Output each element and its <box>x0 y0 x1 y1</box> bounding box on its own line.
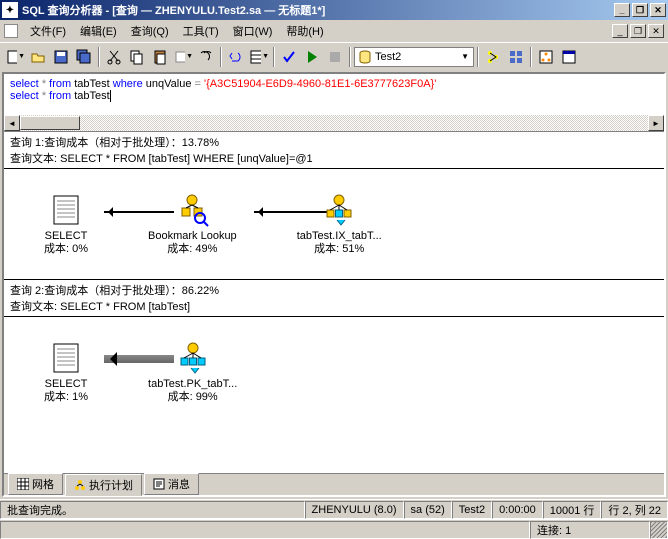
status-rows: 10001 行 <box>543 501 602 519</box>
messages-icon <box>153 478 165 490</box>
window-title: SQL 查询分析器 - [查询 — ZHENYULU.Test2.sa — 无标… <box>22 2 614 18</box>
object-browser-button[interactable] <box>505 46 527 68</box>
estimated-plan-button[interactable] <box>482 46 504 68</box>
cut-button[interactable] <box>103 46 125 68</box>
results-window-button[interactable] <box>558 46 580 68</box>
toolbar: ▼ ▼ ▼ Test2 ▼ <box>0 42 668 70</box>
find-button[interactable] <box>195 46 217 68</box>
tab-messages[interactable]: 消息 <box>144 473 199 495</box>
close-button[interactable]: ✕ <box>650 3 666 17</box>
paste-button[interactable] <box>149 46 171 68</box>
plan-query-1-diagram: SELECT 成本: 0% Bookmark Lookup 成本: 49% ta… <box>4 169 664 279</box>
menubar: 文件(F) 编辑(E) 查询(Q) 工具(T) 窗口(W) 帮助(H) _ ❐ … <box>0 20 668 42</box>
tab-messages-label: 消息 <box>168 476 190 492</box>
plan-query-2-diagram: SELECT 成本: 1% tabTest.PK_tabT... 成本: 99% <box>4 317 664 427</box>
doc-minimize-button[interactable]: _ <box>612 24 628 38</box>
execute-button[interactable] <box>301 46 323 68</box>
statusbar: 批查询完成。 ZHENYULU (8.0) sa (52) Test2 0:00… <box>0 499 668 519</box>
stop-button[interactable] <box>324 46 346 68</box>
clear-button[interactable]: ▼ <box>172 46 194 68</box>
mode-button[interactable]: ▼ <box>248 46 270 68</box>
tab-plan-label: 执行计划 <box>89 477 133 493</box>
plan-query-2-header: 查询 2:查询成本（相对于批处理）：86.22% 查询文本: SELECT * … <box>4 279 664 317</box>
window-buttons: _ ❐ ✕ <box>614 3 666 17</box>
scroll-thumb[interactable] <box>20 116 80 130</box>
plan-node-select-2[interactable]: SELECT 成本: 1% <box>44 340 88 404</box>
plan-node-bookmark-lookup[interactable]: Bookmark Lookup 成本: 49% <box>148 192 237 256</box>
tab-execution-plan[interactable]: 执行计划 <box>65 474 142 496</box>
doc-window-buttons: _ ❐ ✕ <box>612 24 664 38</box>
sql-hscrollbar[interactable]: ◄ ► <box>4 115 664 131</box>
titlebar: ✦ SQL 查询分析器 - [查询 — ZHENYULU.Test2.sa — … <box>0 0 668 20</box>
statusbar-2: 连接: 1 <box>0 519 668 539</box>
plan-icon <box>74 479 86 491</box>
execution-plan-pane: 查询 1:查询成本（相对于批处理）：13.78% 查询文本: SELECT * … <box>4 132 664 473</box>
show-plan-button[interactable] <box>535 46 557 68</box>
status-time: 0:00:00 <box>492 501 543 519</box>
plan-node-index-seek[interactable]: tabTest.IX_tabT... 成本: 51% <box>297 192 382 256</box>
status-cursor-pos: 行 2, 列 22 <box>601 501 668 519</box>
grid-icon <box>17 478 29 490</box>
sql-editor[interactable]: select * from tabTest where unqValue = '… <box>4 74 664 132</box>
doc-close-button[interactable]: ✕ <box>648 24 664 38</box>
status-server: ZHENYULU (8.0) <box>305 501 404 519</box>
menu-window[interactable]: 窗口(W) <box>227 21 279 41</box>
plan-node-select[interactable]: SELECT 成本: 0% <box>44 192 88 256</box>
doc-restore-button[interactable]: ❐ <box>630 24 646 38</box>
status-connections: 连接: 1 <box>530 521 650 539</box>
app-icon: ✦ <box>2 2 18 18</box>
doc-icon <box>4 24 18 38</box>
plan-query-1-header: 查询 1:查询成本（相对于批处理）：13.78% 查询文本: SELECT * … <box>4 132 664 169</box>
menu-tools[interactable]: 工具(T) <box>177 21 225 41</box>
copy-button[interactable] <box>126 46 148 68</box>
save-button[interactable] <box>50 46 72 68</box>
scroll-right-button[interactable]: ► <box>648 115 664 131</box>
open-button[interactable] <box>27 46 49 68</box>
tab-grid-label: 网格 <box>32 476 54 492</box>
status-message: 批查询完成。 <box>0 501 305 519</box>
new-button[interactable]: ▼ <box>4 46 26 68</box>
database-selector[interactable]: Test2 ▼ <box>354 47 474 67</box>
save-all-button[interactable] <box>73 46 95 68</box>
result-tabs: 网格 执行计划 消息 <box>4 473 664 495</box>
status-database: Test2 <box>452 501 492 519</box>
tab-grid[interactable]: 网格 <box>8 473 63 495</box>
sql-line-1: select * from tabTest where unqValue = '… <box>10 78 658 90</box>
status-user: sa (52) <box>404 501 452 519</box>
database-name: Test2 <box>375 51 401 63</box>
resize-grip[interactable] <box>650 521 668 539</box>
menu-query[interactable]: 查询(Q) <box>125 21 175 41</box>
content-area: select * from tabTest where unqValue = '… <box>2 72 666 497</box>
maximize-button[interactable]: ❐ <box>632 3 648 17</box>
menu-file[interactable]: 文件(F) <box>24 21 72 41</box>
minimize-button[interactable]: _ <box>614 3 630 17</box>
menu-edit[interactable]: 编辑(E) <box>74 21 123 41</box>
sql-line-2: select * from tabTest <box>10 90 658 102</box>
status-empty <box>0 521 530 539</box>
parse-button[interactable] <box>278 46 300 68</box>
scroll-left-button[interactable]: ◄ <box>4 115 20 131</box>
plan-node-clustered-scan[interactable]: tabTest.PK_tabT... 成本: 99% <box>148 340 237 404</box>
menu-help[interactable]: 帮助(H) <box>280 21 329 41</box>
undo-button[interactable] <box>225 46 247 68</box>
